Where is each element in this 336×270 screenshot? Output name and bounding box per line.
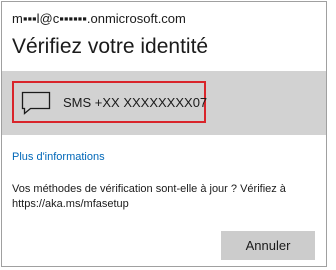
notice-text: Vos méthodes de vérification sont-elle à… [12,183,286,195]
more-info-link[interactable]: Plus d'informations [12,151,105,163]
verification-method-list: SMS +XX XXXXXXXX07 [2,71,326,135]
sms-method-option[interactable]: SMS +XX XXXXXXXX07 [12,81,208,123]
verification-notice: Vos méthodes de vérification sont-elle à… [12,182,312,212]
mfa-dialog: m▪▪▪l@c▪▪▪▪▪▪.onmicrosoft.com Vérifiez v… [1,1,327,267]
account-email: m▪▪▪l@c▪▪▪▪▪▪.onmicrosoft.com [12,11,186,26]
notice-url: https://aka.ms/mfasetup [12,198,129,210]
cancel-button[interactable]: Annuler [221,231,315,260]
page-title: Vérifiez votre identité [12,35,209,58]
message-bubble-icon [21,91,51,115]
sms-method-label: SMS +XX XXXXXXXX07 [63,95,208,110]
